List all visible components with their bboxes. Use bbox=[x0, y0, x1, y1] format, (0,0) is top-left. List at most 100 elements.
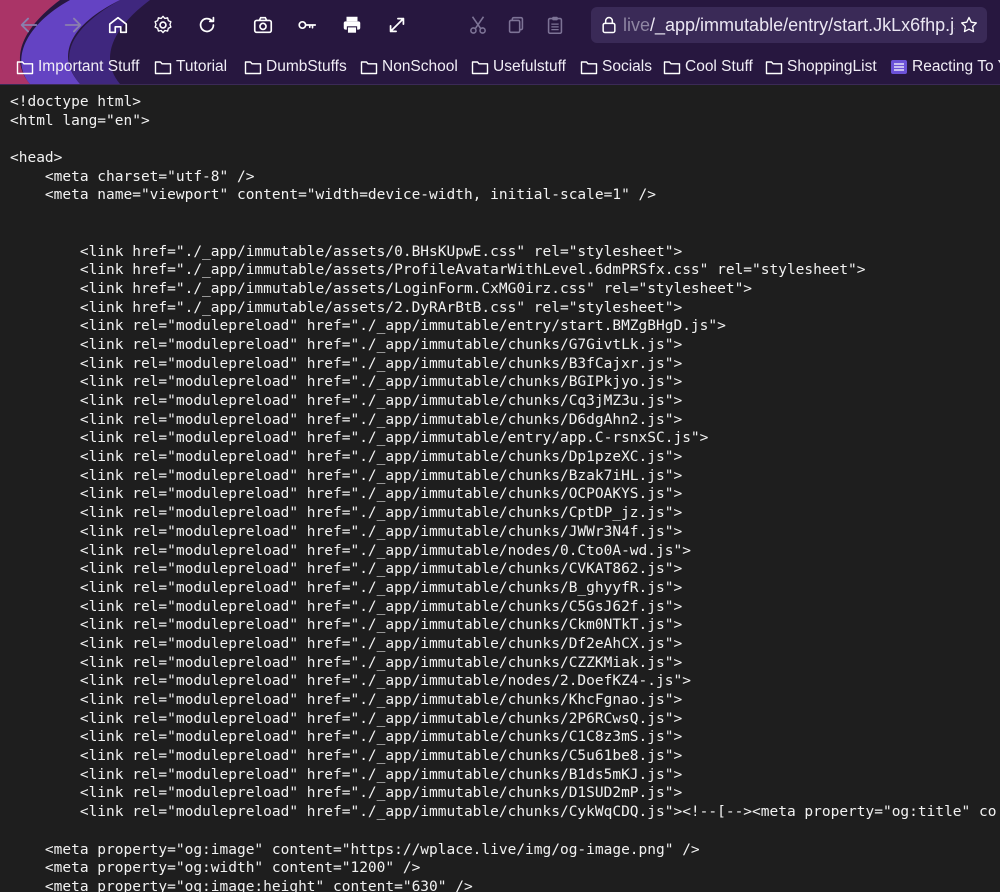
source-line: <!doctype html> bbox=[10, 94, 141, 110]
source-line: <link rel="modulepreload" href="./_app/i… bbox=[10, 505, 683, 522]
source-line: <link rel="modulepreload" href="./_app/i… bbox=[10, 748, 683, 765]
passwords-button[interactable] bbox=[292, 10, 322, 40]
bookmark-folder[interactable]: DumbStuffs bbox=[244, 55, 347, 79]
source-line: <html lang="en"> bbox=[10, 112, 150, 129]
source-line: <link rel="modulepreload" href="./_app/i… bbox=[10, 486, 683, 503]
bookmark-label: NonSchool bbox=[382, 58, 458, 75]
source-line: <link rel="modulepreload" href="./_app/i… bbox=[10, 336, 683, 353]
bookmark-folder[interactable]: NonSchool bbox=[360, 55, 458, 79]
source-line: <link rel="modulepreload" href="./_app/i… bbox=[10, 411, 683, 428]
home-icon bbox=[108, 16, 128, 34]
passwords-key-icon bbox=[298, 20, 317, 30]
source-line: <link rel="modulepreload" href="./_app/i… bbox=[10, 617, 683, 634]
back-button[interactable] bbox=[14, 10, 44, 40]
source-code: <!doctype html> <html lang="en"> <head> <m… bbox=[0, 85, 1000, 892]
source-line: <link rel="modulepreload" href="./_app/i… bbox=[10, 430, 709, 447]
bookmark-folder[interactable]: Socials bbox=[580, 55, 652, 79]
bookmark-page[interactable]: Reacting To Y bbox=[890, 55, 1000, 79]
folder-icon bbox=[154, 61, 172, 75]
page-source-view: <!doctype html> <html lang="en"> <head> <m… bbox=[0, 85, 1000, 892]
source-line: <link href="./_app/immutable/assets/Prof… bbox=[10, 262, 866, 279]
reload-icon bbox=[199, 16, 215, 33]
source-line: <link rel="modulepreload" href="./_app/i… bbox=[10, 355, 683, 372]
bookmark-folder[interactable]: Important Stuff bbox=[16, 55, 139, 79]
source-line: <link rel="modulepreload" href="./_app/i… bbox=[10, 673, 691, 690]
source-line: <link href="./_app/immutable/assets/2.Dy… bbox=[10, 299, 683, 316]
folder-icon bbox=[580, 61, 598, 75]
list-icon bbox=[891, 60, 907, 74]
copy-button[interactable] bbox=[501, 10, 531, 40]
source-line: <meta property="og:image" content="https… bbox=[10, 841, 700, 858]
bookmarks-bar: Important Stuff Tutorial DumbStuffs NonS… bbox=[0, 52, 1000, 82]
source-line: <link rel="modulepreload" href="./_app/i… bbox=[10, 635, 683, 652]
source-line bbox=[10, 205, 1000, 224]
source-line: <link rel="modulepreload" href="./_app/i… bbox=[10, 729, 683, 746]
source-line: <link rel="modulepreload" href="./_app/i… bbox=[10, 766, 683, 783]
source-line: <link rel="modulepreload" href="./_app/i… bbox=[10, 785, 683, 802]
source-line: <link rel="modulepreload" href="./_app/i… bbox=[10, 374, 683, 391]
navigation-toolbar: live/_app/immutable/entry/start.JkLx6fhp… bbox=[0, 0, 1000, 50]
folder-icon bbox=[471, 61, 489, 75]
source-line: <link rel="modulepreload" href="./_app/i… bbox=[10, 561, 683, 578]
screenshot-button[interactable] bbox=[248, 10, 278, 40]
settings-icon bbox=[154, 15, 172, 34]
bookmark-label: Important Stuff bbox=[38, 58, 140, 75]
url-domain-faded: live bbox=[623, 14, 651, 35]
bookmark-label: Cool Stuff bbox=[685, 58, 753, 75]
bookmark-star-icon[interactable] bbox=[955, 7, 983, 43]
bookmark-folder[interactable]: Usefulstuff bbox=[471, 55, 566, 79]
url-bar[interactable]: live/_app/immutable/entry/start.JkLx6fhp… bbox=[591, 7, 987, 43]
source-line: <link rel="modulepreload" href="./_app/i… bbox=[10, 467, 683, 484]
url-text[interactable]: live/_app/immutable/entry/start.JkLx6fhp… bbox=[623, 15, 955, 36]
source-line: <link rel="modulepreload" href="./_app/i… bbox=[10, 393, 683, 409]
bookmark-folder[interactable]: Cool Stuff bbox=[663, 55, 753, 79]
source-line bbox=[10, 224, 1000, 243]
source-line: <link rel="modulepreload" href="./_app/i… bbox=[10, 804, 997, 821]
source-line: <link rel="modulepreload" href="./_app/i… bbox=[10, 449, 683, 466]
browser-chrome: live/_app/immutable/entry/start.JkLx6fhp… bbox=[0, 0, 1000, 85]
lock-icon bbox=[595, 7, 623, 43]
source-line: <link rel="modulepreload" href="./_app/i… bbox=[10, 579, 683, 596]
source-line: <link rel="modulepreload" href="./_app/i… bbox=[10, 542, 691, 559]
forward-button[interactable] bbox=[58, 10, 88, 40]
folder-icon bbox=[765, 61, 783, 75]
bookmark-label: Reacting To Y bbox=[912, 58, 1000, 75]
source-line: <link href="./_app/immutable/assets/Logi… bbox=[10, 280, 753, 297]
bookmark-label: ShoppingList bbox=[787, 58, 877, 75]
source-line: <meta property="og:image:height" content… bbox=[10, 878, 473, 892]
source-line: <meta property="og:width" content="1200"… bbox=[10, 860, 421, 877]
bookmark-folder[interactable]: ShoppingList bbox=[765, 55, 877, 79]
cut-icon bbox=[470, 16, 486, 34]
source-line: <link rel="modulepreload" href="./_app/i… bbox=[10, 318, 726, 335]
source-line: <link rel="modulepreload" href="./_app/i… bbox=[10, 598, 683, 615]
folder-icon bbox=[663, 61, 681, 75]
paste-button[interactable] bbox=[540, 10, 570, 40]
back-icon bbox=[20, 17, 38, 33]
source-line: <meta name="viewport" content="width=dev… bbox=[10, 187, 657, 204]
print-icon bbox=[343, 16, 361, 34]
source-line: <meta charset="utf-8" /> bbox=[10, 168, 255, 185]
source-line: <link rel="modulepreload" href="./_app/i… bbox=[10, 710, 683, 727]
home-button[interactable] bbox=[103, 10, 133, 40]
bookmark-label: DumbStuffs bbox=[266, 58, 347, 75]
bookmark-label: Socials bbox=[602, 58, 652, 75]
fullscreen-icon bbox=[389, 17, 405, 33]
reload-button[interactable] bbox=[192, 10, 222, 40]
folder-icon bbox=[360, 61, 378, 75]
source-line bbox=[10, 822, 1000, 841]
fullscreen-button[interactable] bbox=[382, 10, 412, 40]
url-path: /_app/immutable/entry/start.JkLx6fhp.js bbox=[650, 14, 955, 35]
copy-icon bbox=[508, 16, 524, 34]
settings-button[interactable] bbox=[148, 10, 178, 40]
source-line: <link rel="modulepreload" href="./_app/i… bbox=[10, 654, 683, 671]
source-line: <link rel="modulepreload" href="./_app/i… bbox=[10, 523, 683, 540]
folder-icon bbox=[16, 61, 34, 75]
print-button[interactable] bbox=[337, 10, 367, 40]
source-line bbox=[10, 130, 1000, 149]
bookmark-folder[interactable]: Tutorial bbox=[154, 55, 227, 79]
forward-icon bbox=[64, 17, 82, 33]
bookmark-label: Usefulstuff bbox=[493, 58, 566, 75]
bookmark-label: Tutorial bbox=[176, 58, 228, 75]
source-line: <link rel="modulepreload" href="./_app/i… bbox=[10, 692, 683, 708]
cut-button[interactable] bbox=[463, 10, 493, 40]
